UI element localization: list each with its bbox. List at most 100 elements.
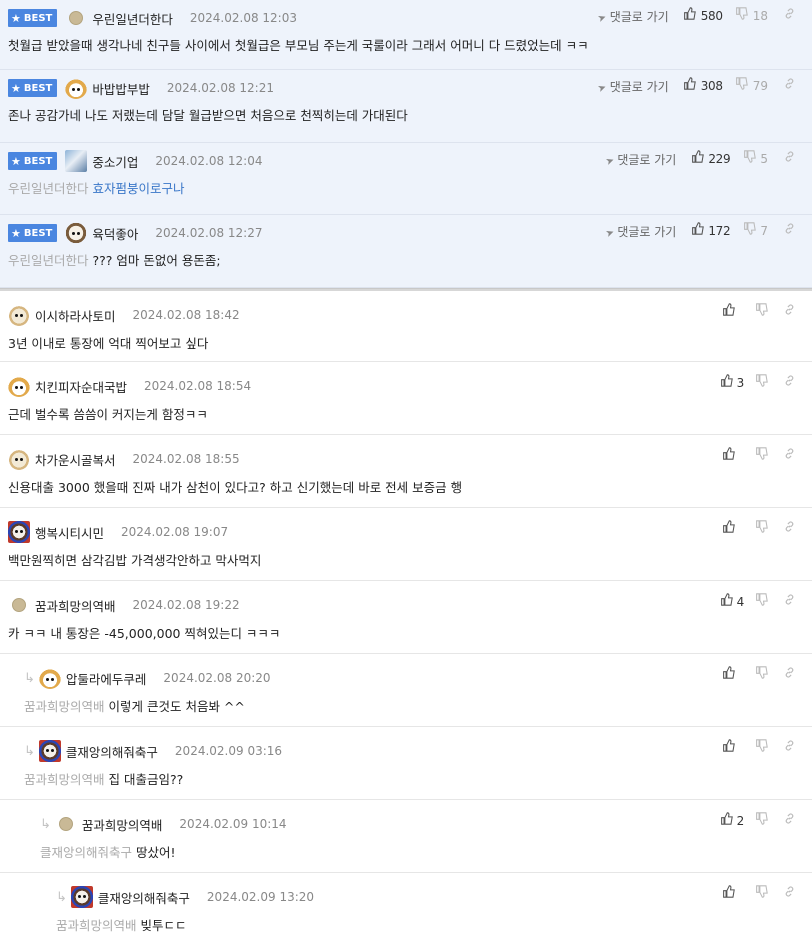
thumb-down-icon[interactable] bbox=[740, 149, 758, 169]
thumb-up-icon[interactable] bbox=[681, 6, 699, 26]
reply-arrow-icon: ↳ bbox=[40, 816, 51, 832]
link-icon[interactable] bbox=[780, 374, 798, 393]
best-label: BEST bbox=[23, 12, 53, 24]
thumb-up-icon[interactable] bbox=[719, 884, 737, 904]
avatar[interactable] bbox=[69, 11, 84, 25]
send-icon: ➤ bbox=[596, 11, 609, 25]
thumb-up-icon[interactable] bbox=[688, 149, 706, 169]
comment-date: 2024.02.08 20:20 bbox=[163, 671, 271, 685]
avatar[interactable] bbox=[8, 521, 30, 543]
send-icon: ➤ bbox=[604, 154, 616, 168]
avatar[interactable] bbox=[8, 375, 30, 397]
avatar[interactable] bbox=[65, 77, 88, 99]
mention-nickname[interactable]: 꿈과희망의역배 bbox=[24, 699, 105, 714]
nickname[interactable]: 중소기업 bbox=[92, 152, 138, 171]
thumb-down-icon[interactable] bbox=[752, 738, 770, 758]
reply-arrow-icon: ↳ bbox=[56, 889, 67, 905]
link-icon[interactable] bbox=[780, 77, 798, 96]
downvote-count: 79 bbox=[752, 79, 768, 93]
comment-header: ↳ 압둘라에두쿠레 2024.02.08 20:20 bbox=[24, 654, 812, 694]
thumb-up-icon[interactable] bbox=[719, 302, 737, 322]
nickname[interactable]: 바밥밥부밥 bbox=[92, 79, 150, 98]
comment-body: 카 ㅋㅋ 내 통장은 -45,000,000 찍혀있는디 ㅋㅋㅋ bbox=[8, 626, 812, 642]
upvote-count: 172 bbox=[708, 224, 731, 238]
link-icon[interactable] bbox=[780, 885, 798, 904]
comment: 치킨피자순대국밥 2024.02.08 18:54 3 근데 벌수록 씀씀이 커지는게… bbox=[0, 362, 812, 435]
nickname[interactable]: 치킨피자순대국밥 bbox=[35, 377, 127, 396]
goto-comment-button[interactable]: ➤댓글로 가기 bbox=[604, 223, 676, 240]
comment-text-link[interactable]: 효자펌붕이로구나 bbox=[93, 181, 185, 196]
link-icon[interactable] bbox=[780, 520, 798, 539]
nickname[interactable]: 이시하라사토미 bbox=[35, 306, 116, 325]
thumb-down-icon[interactable] bbox=[752, 811, 770, 831]
nickname[interactable]: 압둘라에두쿠레 bbox=[66, 669, 147, 688]
link-icon[interactable] bbox=[780, 150, 798, 169]
mention-nickname[interactable]: 우린일년더한다 bbox=[8, 253, 89, 268]
thumb-down-icon[interactable] bbox=[740, 221, 758, 241]
comment: 이시하라사토미 2024.02.08 18:42 3년 이내로 통장에 억대 찍어보… bbox=[0, 291, 812, 362]
comment-header: ↳ 꿈과희망의역배 2024.02.09 10:14 bbox=[40, 800, 812, 840]
link-icon[interactable] bbox=[780, 7, 798, 26]
thumb-down-icon[interactable] bbox=[752, 373, 770, 393]
mention-nickname[interactable]: 꿈과희망의역배 bbox=[24, 772, 105, 787]
mention-nickname[interactable]: 꿈과희망의역배 bbox=[56, 918, 137, 933]
thumb-down-icon[interactable] bbox=[752, 302, 770, 322]
mention-nickname[interactable]: 우린일년더한다 bbox=[8, 181, 89, 196]
comment-date: 2024.02.09 13:20 bbox=[206, 890, 315, 904]
comment-header: 행복시티시민 2024.02.08 19:07 bbox=[8, 508, 812, 548]
thumb-down-icon[interactable] bbox=[733, 76, 751, 96]
reply-arrow-icon: ↳ bbox=[24, 670, 35, 686]
thumb-up-icon[interactable] bbox=[718, 592, 736, 612]
thumb-down-icon[interactable] bbox=[733, 6, 751, 26]
thumb-up-icon[interactable] bbox=[719, 665, 737, 685]
link-icon[interactable] bbox=[780, 593, 798, 612]
nickname[interactable]: 클재앙의해줘축구 bbox=[66, 742, 158, 761]
nickname[interactable]: 우린일년더한다 bbox=[92, 9, 173, 28]
link-icon[interactable] bbox=[780, 739, 798, 758]
nickname[interactable]: 꿈과희망의역배 bbox=[82, 815, 163, 834]
upvote-count: 308 bbox=[700, 79, 723, 93]
link-icon[interactable] bbox=[780, 447, 798, 466]
goto-comment-button[interactable]: ➤댓글로 가기 bbox=[597, 78, 669, 95]
mention-nickname[interactable]: 클재앙의해줘축구 bbox=[40, 845, 132, 860]
avatar[interactable] bbox=[8, 448, 30, 470]
avatar[interactable] bbox=[70, 886, 93, 908]
link-icon[interactable] bbox=[780, 812, 798, 831]
avatar[interactable] bbox=[65, 222, 88, 244]
link-icon[interactable] bbox=[780, 303, 798, 322]
thumb-up-icon[interactable] bbox=[719, 446, 737, 466]
thumb-up-icon[interactable] bbox=[719, 519, 737, 539]
avatar[interactable] bbox=[65, 150, 88, 172]
thumb-down-icon[interactable] bbox=[752, 665, 770, 685]
goto-comment-button[interactable]: ➤댓글로 가기 bbox=[596, 8, 669, 25]
nickname[interactable]: 클재앙의해줘축구 bbox=[98, 888, 190, 907]
thumb-up-icon[interactable] bbox=[718, 811, 736, 831]
nickname[interactable]: 육덕좋아 bbox=[92, 224, 138, 243]
avatar[interactable] bbox=[8, 304, 30, 326]
avatar[interactable] bbox=[38, 740, 61, 762]
thumb-up-icon[interactable] bbox=[718, 373, 736, 393]
goto-label: 댓글로 가기 bbox=[617, 152, 677, 167]
link-icon[interactable] bbox=[780, 666, 798, 685]
nickname[interactable]: 행복시티시민 bbox=[35, 523, 104, 542]
thumb-up-icon[interactable] bbox=[719, 738, 737, 758]
thumb-up-icon[interactable] bbox=[681, 76, 699, 96]
avatar[interactable] bbox=[38, 667, 61, 689]
thumb-up-icon[interactable] bbox=[688, 221, 706, 241]
comment-header: 치킨피자순대국밥 2024.02.08 18:54 bbox=[8, 362, 812, 402]
link-icon[interactable] bbox=[780, 222, 798, 241]
goto-label: 댓글로 가기 bbox=[609, 9, 669, 24]
avatar[interactable] bbox=[58, 817, 73, 831]
comment-body: 첫월급 받았을때 생각나네 친구들 사이에서 첫월급은 부모님 주는게 국룰이라… bbox=[8, 38, 812, 54]
goto-comment-button[interactable]: ➤댓글로 가기 bbox=[604, 151, 677, 168]
nickname[interactable]: 차가운시골복서 bbox=[35, 450, 116, 469]
comment-date: 2024.02.08 19:22 bbox=[132, 598, 240, 612]
thumb-down-icon[interactable] bbox=[752, 592, 770, 612]
thumb-down-icon[interactable] bbox=[752, 446, 770, 466]
downvote-count: 5 bbox=[760, 152, 768, 166]
nickname[interactable]: 꿈과희망의역배 bbox=[35, 596, 116, 615]
thumb-down-icon[interactable] bbox=[752, 519, 770, 539]
comment-date: 2024.02.08 19:07 bbox=[121, 525, 229, 539]
thumb-down-icon[interactable] bbox=[752, 884, 770, 904]
avatar[interactable] bbox=[12, 598, 26, 612]
